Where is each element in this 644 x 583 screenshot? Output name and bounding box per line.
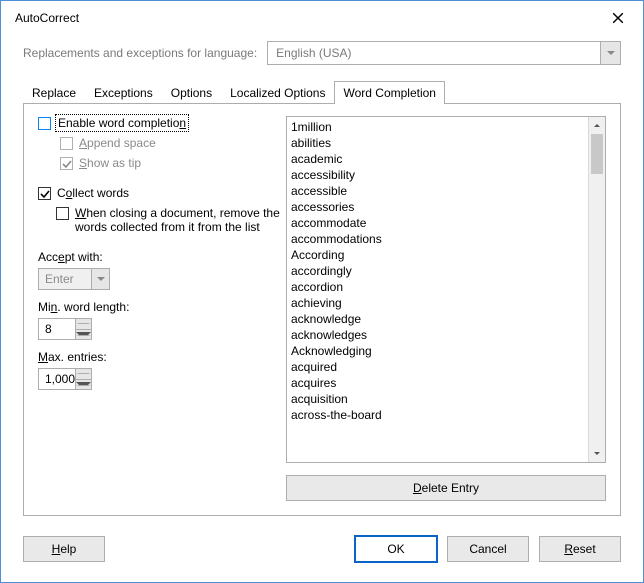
max-entries-value: 1,000 <box>45 372 75 386</box>
word-list[interactable]: 1millionabilitiesacademicaccessibilityac… <box>286 116 606 463</box>
list-item[interactable]: accessories <box>291 199 588 215</box>
tab-localized-options[interactable]: Localized Options <box>221 81 334 104</box>
close-icon[interactable] <box>603 3 633 33</box>
enable-word-completion-checkbox[interactable] <box>38 117 51 130</box>
collect-words-label: Collect words <box>57 186 129 200</box>
dialog-button-row: Help OK Cancel Reset <box>1 526 643 582</box>
remove-words-checkbox[interactable] <box>56 207 69 220</box>
list-item[interactable]: According <box>291 247 588 263</box>
list-item[interactable]: accommodate <box>291 215 588 231</box>
append-space-label: Append space <box>79 136 156 150</box>
tab-body: Enable word completion Append space Show… <box>23 103 621 516</box>
tab-exceptions[interactable]: Exceptions <box>85 81 162 104</box>
language-value: English (USA) <box>276 46 351 60</box>
min-word-length-label: Min. word length: <box>38 300 282 314</box>
list-item[interactable]: acquired <box>291 359 588 375</box>
list-item[interactable]: 1million <box>291 119 588 135</box>
list-item[interactable]: Acknowledging <box>291 343 588 359</box>
list-item[interactable]: academic <box>291 151 588 167</box>
window-title: AutoCorrect <box>15 11 603 25</box>
accept-with-value: Enter <box>45 272 74 286</box>
scroll-thumb[interactable] <box>591 134 603 174</box>
arrow-down-icon[interactable] <box>76 330 91 340</box>
scroll-track[interactable] <box>589 134 605 445</box>
language-combo[interactable]: English (USA) <box>267 41 621 65</box>
show-as-tip-checkbox[interactable] <box>60 157 73 170</box>
cancel-button[interactable]: Cancel <box>447 536 529 562</box>
scrollbar[interactable] <box>588 117 605 462</box>
list-item[interactable]: achieving <box>291 295 588 311</box>
word-list-inner: 1millionabilitiesacademicaccessibilityac… <box>287 117 588 462</box>
list-item[interactable]: accommodations <box>291 231 588 247</box>
ok-button[interactable]: OK <box>355 536 437 562</box>
autocorrect-dialog: AutoCorrect Replacements and exceptions … <box>0 0 644 583</box>
list-item[interactable]: acknowledge <box>291 311 588 327</box>
chevron-down-icon <box>91 269 109 289</box>
arrow-up-icon[interactable] <box>76 369 91 380</box>
list-item[interactable]: accordingly <box>291 263 588 279</box>
list-item[interactable]: across-the-board <box>291 407 588 423</box>
chevron-down-icon <box>600 42 620 64</box>
list-item[interactable]: acknowledges <box>291 327 588 343</box>
tabstrip: Replace Exceptions Options Localized Opt… <box>23 79 621 103</box>
list-item[interactable]: accordion <box>291 279 588 295</box>
max-entries-spinner[interactable]: 1,000 <box>38 368 92 390</box>
enable-word-completion-label: Enable word completion <box>57 116 187 130</box>
spinner-buttons[interactable] <box>75 369 91 389</box>
accept-with-combo[interactable]: Enter <box>38 268 110 290</box>
list-item[interactable]: acquires <box>291 375 588 391</box>
help-button[interactable]: Help <box>23 536 105 562</box>
remove-words-label: When closing a document, remove the word… <box>75 206 282 234</box>
delete-entry-button[interactable]: Delete Entry <box>286 475 606 501</box>
list-item[interactable]: accessibility <box>291 167 588 183</box>
list-item[interactable]: acquisition <box>291 391 588 407</box>
max-entries-label: Max. entries: <box>38 350 282 364</box>
collect-words-checkbox[interactable] <box>38 187 51 200</box>
list-item[interactable]: accessible <box>291 183 588 199</box>
accept-with-label: Accept with: <box>38 250 282 264</box>
show-as-tip-label: Show as tip <box>79 156 141 170</box>
scroll-up-icon[interactable] <box>589 117 605 134</box>
arrow-down-icon[interactable] <box>76 380 91 390</box>
min-word-length-spinner[interactable]: 8 <box>38 318 92 340</box>
spinner-buttons[interactable] <box>75 319 91 339</box>
append-space-checkbox[interactable] <box>60 137 73 150</box>
min-word-length-value: 8 <box>45 322 52 336</box>
language-label: Replacements and exceptions for language… <box>23 46 257 60</box>
arrow-up-icon[interactable] <box>76 319 91 330</box>
tab-word-completion[interactable]: Word Completion <box>334 81 444 104</box>
list-item[interactable]: abilities <box>291 135 588 151</box>
titlebar: AutoCorrect <box>1 1 643 35</box>
scroll-down-icon[interactable] <box>589 445 605 462</box>
reset-button[interactable]: Reset <box>539 536 621 562</box>
tab-replace[interactable]: Replace <box>23 81 85 104</box>
tab-options[interactable]: Options <box>162 81 221 104</box>
